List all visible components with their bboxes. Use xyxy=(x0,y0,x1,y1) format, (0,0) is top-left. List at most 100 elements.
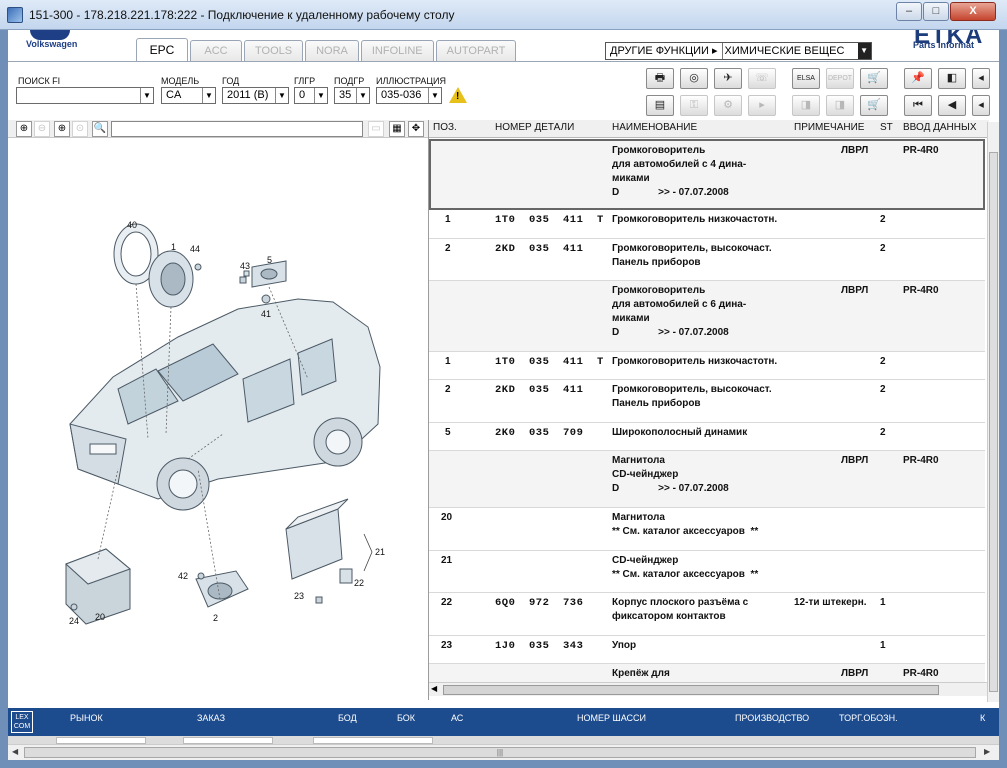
zoom-out-icon[interactable]: ⊖ xyxy=(34,121,50,137)
table-row[interactable]: 23 1J0 035 343 Упор 1 xyxy=(429,636,985,664)
elsa-button[interactable]: ELSA xyxy=(792,68,820,89)
column-header-pos[interactable]: ПОЗ. xyxy=(433,122,457,133)
chevron-down-icon[interactable]: ▼ xyxy=(314,88,327,103)
phone-icon[interactable]: ☏ xyxy=(748,68,776,89)
pin-icon[interactable]: 📌 xyxy=(904,68,932,89)
chevron-down-icon[interactable]: ▼ xyxy=(356,88,369,103)
scrollbar-thumb[interactable] xyxy=(989,152,998,692)
cart-icon[interactable]: 🛒 xyxy=(860,68,888,89)
prev-page-icon[interactable]: ◀ xyxy=(938,95,966,116)
cell-st: 1 xyxy=(880,640,886,651)
minimize-button[interactable]: – xyxy=(896,2,922,21)
column-header-input[interactable]: ВВОД ДАННЫХ xyxy=(903,122,977,133)
scroll-right-icon[interactable]: ▶ xyxy=(984,747,990,756)
callout-label[interactable]: 23 xyxy=(294,591,304,601)
table-row[interactable]: 5 2K0 035 709 Широкополосный динамик 2 xyxy=(429,423,985,451)
column-header-name[interactable]: НАИМЕНОВАНИЕ xyxy=(612,122,697,133)
callout-label[interactable]: 2 xyxy=(213,613,218,623)
forward-icon[interactable]: ▸ xyxy=(748,95,776,116)
tab-tools[interactable]: TOOLS xyxy=(244,40,304,62)
warning-icon[interactable]: ! xyxy=(449,87,467,103)
model-select[interactable]: CA ▼ xyxy=(161,87,216,104)
callout-label[interactable]: 1 xyxy=(171,242,176,252)
table-row[interactable]: 22 6Q0 972 736 Корпус плоского разъёма с… xyxy=(429,593,985,636)
list-icon[interactable]: ▤ xyxy=(646,95,674,116)
table-horizontal-scrollbar[interactable]: ◀ xyxy=(429,682,989,696)
back-icon[interactable]: ◂ xyxy=(972,95,990,116)
callout-label[interactable]: 43 xyxy=(240,261,250,271)
table-row[interactable]: 1 1T0 035 411 T Громкоговоритель низкоча… xyxy=(429,352,985,380)
chevron-down-icon[interactable]: ▼ xyxy=(140,88,153,103)
callout-label[interactable]: 22 xyxy=(354,578,364,588)
table-row[interactable]: Громкоговоритель для автомобилей с 4 дин… xyxy=(429,139,985,210)
close-button[interactable]: X xyxy=(950,2,996,21)
main-group-select[interactable]: 0 ▼ xyxy=(294,87,328,104)
callout-label[interactable]: 42 xyxy=(178,571,188,581)
prev-icon[interactable]: ◂ xyxy=(972,68,990,89)
table-row[interactable]: 20 Магнитола ** См. каталог аксессуаров … xyxy=(429,508,985,551)
column-header-st[interactable]: ST xyxy=(880,122,893,133)
move-icon[interactable]: ✥ xyxy=(408,121,424,137)
illustration-select[interactable]: 035-036 ▼ xyxy=(376,87,442,104)
layout-icon[interactable]: ▦ xyxy=(389,121,405,137)
callout-label[interactable]: 21 xyxy=(375,547,385,557)
market-field[interactable] xyxy=(56,737,146,744)
chassis-field[interactable] xyxy=(313,737,433,744)
magnifier-icon[interactable]: 🔍 xyxy=(92,121,108,137)
table-row[interactable]: Магнитола CD-чейнджер D >> - 07.07.2008 … xyxy=(429,451,985,508)
scrollbar-thumb[interactable]: ||| xyxy=(24,747,976,758)
chevron-down-icon[interactable]: ▼ xyxy=(428,88,441,103)
depot-button[interactable]: DEPOT xyxy=(826,68,854,89)
callout-label[interactable]: 44 xyxy=(190,244,200,254)
chevron-down-icon[interactable]: ▼ xyxy=(275,88,288,103)
window-icon[interactable]: ◨ xyxy=(792,95,820,116)
table-vertical-scrollbar[interactable] xyxy=(987,122,999,702)
table-row[interactable]: 2 2KD 035 411 Громкоговоритель, высокоча… xyxy=(429,239,985,281)
zoom-fit-icon[interactable]: ⊙ xyxy=(72,121,88,137)
tab-autopart[interactable]: AUTOPART xyxy=(435,40,517,62)
cell-name: Упор xyxy=(612,640,637,651)
tab-infoline[interactable]: INFOLINE xyxy=(360,40,434,62)
search-input[interactable]: ▼ xyxy=(16,87,154,104)
callout-label[interactable]: 40 xyxy=(127,220,137,230)
chevron-down-icon[interactable]: ▼ xyxy=(857,43,871,59)
chevron-down-icon[interactable]: ▼ xyxy=(202,88,215,103)
disc-icon[interactable]: ◎ xyxy=(680,68,708,89)
maximize-button[interactable]: □ xyxy=(923,2,949,21)
illustration-search-input[interactable] xyxy=(111,121,363,137)
window-horizontal-scrollbar[interactable]: ◀ ||| ▶ xyxy=(8,744,999,760)
cell-pos: 21 xyxy=(441,555,453,566)
cart-add-icon[interactable]: 🛒 xyxy=(860,95,888,116)
zoom-in-icon[interactable]: ⊕ xyxy=(16,121,32,137)
order-field[interactable] xyxy=(183,737,273,744)
frame-icon[interactable]: ▭ xyxy=(368,121,384,137)
column-header-note[interactable]: ПРИМЕЧАНИЕ xyxy=(794,122,864,133)
callout-label[interactable]: 5 xyxy=(267,255,272,265)
scroll-left-icon[interactable]: ◀ xyxy=(12,747,18,756)
column-header-part[interactable]: НОМЕР ДЕТАЛИ xyxy=(495,122,574,133)
table-row[interactable]: Громкоговоритель для автомобилей с 6 дин… xyxy=(429,281,985,352)
first-page-icon[interactable]: ⏮ xyxy=(904,95,932,116)
callout-label[interactable]: 41 xyxy=(261,309,271,319)
functions-select[interactable]: ХИМИЧЕСКИЕ ВЕЩЕС ▼ xyxy=(723,43,871,59)
callout-label[interactable]: 24 xyxy=(69,616,79,626)
key-icon[interactable]: ⚿ xyxy=(680,95,708,116)
panel-icon[interactable]: ◧ xyxy=(938,68,966,89)
subgroup-select[interactable]: 35 ▼ xyxy=(334,87,370,104)
tab-acc[interactable]: ACC xyxy=(190,40,242,62)
tab-epc[interactable]: EPC xyxy=(136,38,188,62)
year-select[interactable]: 2011 (B) ▼ xyxy=(222,87,289,104)
scrollbar-thumb[interactable] xyxy=(443,685,939,695)
send-icon[interactable]: ✈ xyxy=(714,68,742,89)
table-row[interactable]: 2 2KD 035 411 Громкоговоритель, высокоча… xyxy=(429,380,985,423)
scroll-left-icon[interactable]: ◀ xyxy=(431,684,437,693)
settings-icon[interactable]: ⚙ xyxy=(714,95,742,116)
table-row[interactable]: 21 CD-чейнджер ** См. каталог аксессуаро… xyxy=(429,551,985,593)
table-row[interactable]: 1 1T0 035 411 T Громкоговоритель низкоча… xyxy=(429,210,985,239)
tab-nora[interactable]: NORA xyxy=(305,40,359,62)
other-functions-button[interactable]: ДРУГИЕ ФУНКЦИИ ▸ xyxy=(606,43,723,59)
window-alt-icon[interactable]: ◨ xyxy=(826,95,854,116)
zoom-area-icon[interactable]: ⊕ xyxy=(54,121,70,137)
callout-label[interactable]: 20 xyxy=(95,612,105,622)
print-icon[interactable]: 🖶 xyxy=(646,68,674,89)
